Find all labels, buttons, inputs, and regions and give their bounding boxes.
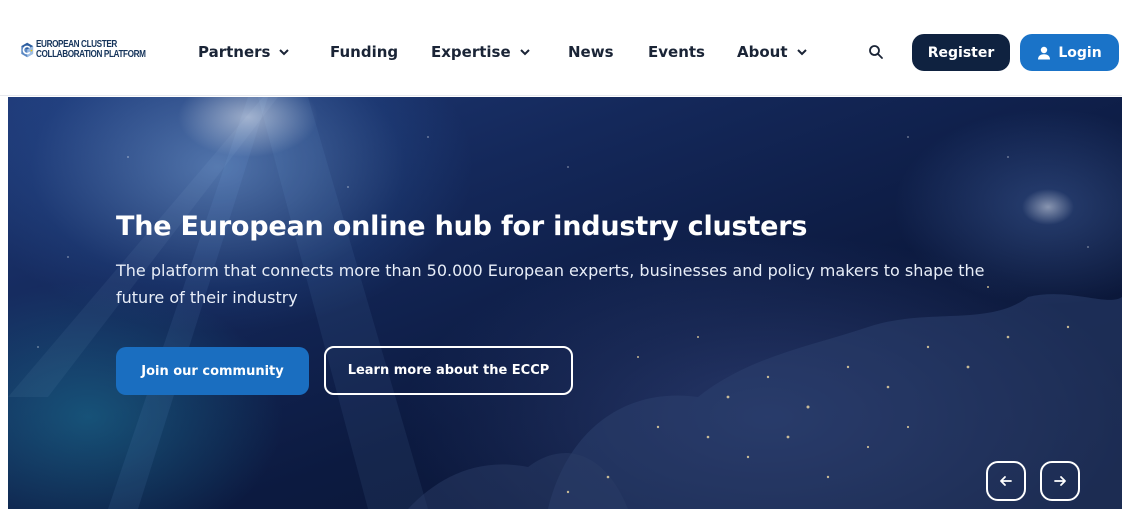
chevron-down-icon <box>796 49 807 56</box>
learn-more-button[interactable]: Learn more about the ECCP <box>324 346 573 395</box>
logo-wordmark: EUROPEAN CLUSTER COLLABORATION PLATFORM <box>36 40 146 60</box>
eccp-logo-mark-icon <box>21 42 34 58</box>
nav-news-label: News <box>568 43 614 61</box>
nav-partners[interactable]: Partners <box>198 40 290 64</box>
join-community-button[interactable]: Join our community <box>116 347 309 395</box>
nav-events-label: Events <box>648 43 705 61</box>
nav-about-label: About <box>737 43 788 61</box>
nav-funding[interactable]: Funding <box>330 40 398 64</box>
search-icon <box>869 45 883 59</box>
nav-partners-label: Partners <box>198 43 271 61</box>
register-button[interactable]: Register <box>912 34 1010 71</box>
login-button[interactable]: Login <box>1020 34 1119 71</box>
nav-expertise[interactable]: Expertise <box>431 40 531 64</box>
chevron-down-icon <box>279 49 290 56</box>
top-navbar: EUROPEAN CLUSTER COLLABORATION PLATFORM … <box>0 0 1122 96</box>
nav-funding-label: Funding <box>330 43 399 61</box>
eccp-logo[interactable]: EUROPEAN CLUSTER COLLABORATION PLATFORM <box>20 26 170 74</box>
nav-news[interactable]: News <box>568 40 614 64</box>
chevron-down-icon <box>519 49 530 56</box>
register-label: Register <box>927 44 995 61</box>
login-label: Login <box>1058 44 1102 61</box>
hero-banner: The European online hub for industry clu… <box>8 97 1122 509</box>
user-icon <box>1038 46 1051 59</box>
hero-title: The European online hub for industry clu… <box>116 211 808 242</box>
arrow-right-icon <box>1054 476 1066 486</box>
arrow-left-icon <box>1000 476 1012 486</box>
logo-line-2: COLLABORATION PLATFORM <box>36 49 146 60</box>
search-button[interactable] <box>864 40 888 64</box>
nav-expertise-label: Expertise <box>431 43 511 61</box>
nav-about[interactable]: About <box>737 40 808 64</box>
carousel-next-button[interactable] <box>1040 461 1080 501</box>
join-community-label: Join our community <box>141 363 284 379</box>
learn-more-label: Learn more about the ECCP <box>347 363 550 378</box>
nav-events[interactable]: Events <box>648 40 705 64</box>
carousel-prev-button[interactable] <box>986 461 1026 501</box>
hero-subtitle: The platform that connects more than 50.… <box>116 261 985 307</box>
